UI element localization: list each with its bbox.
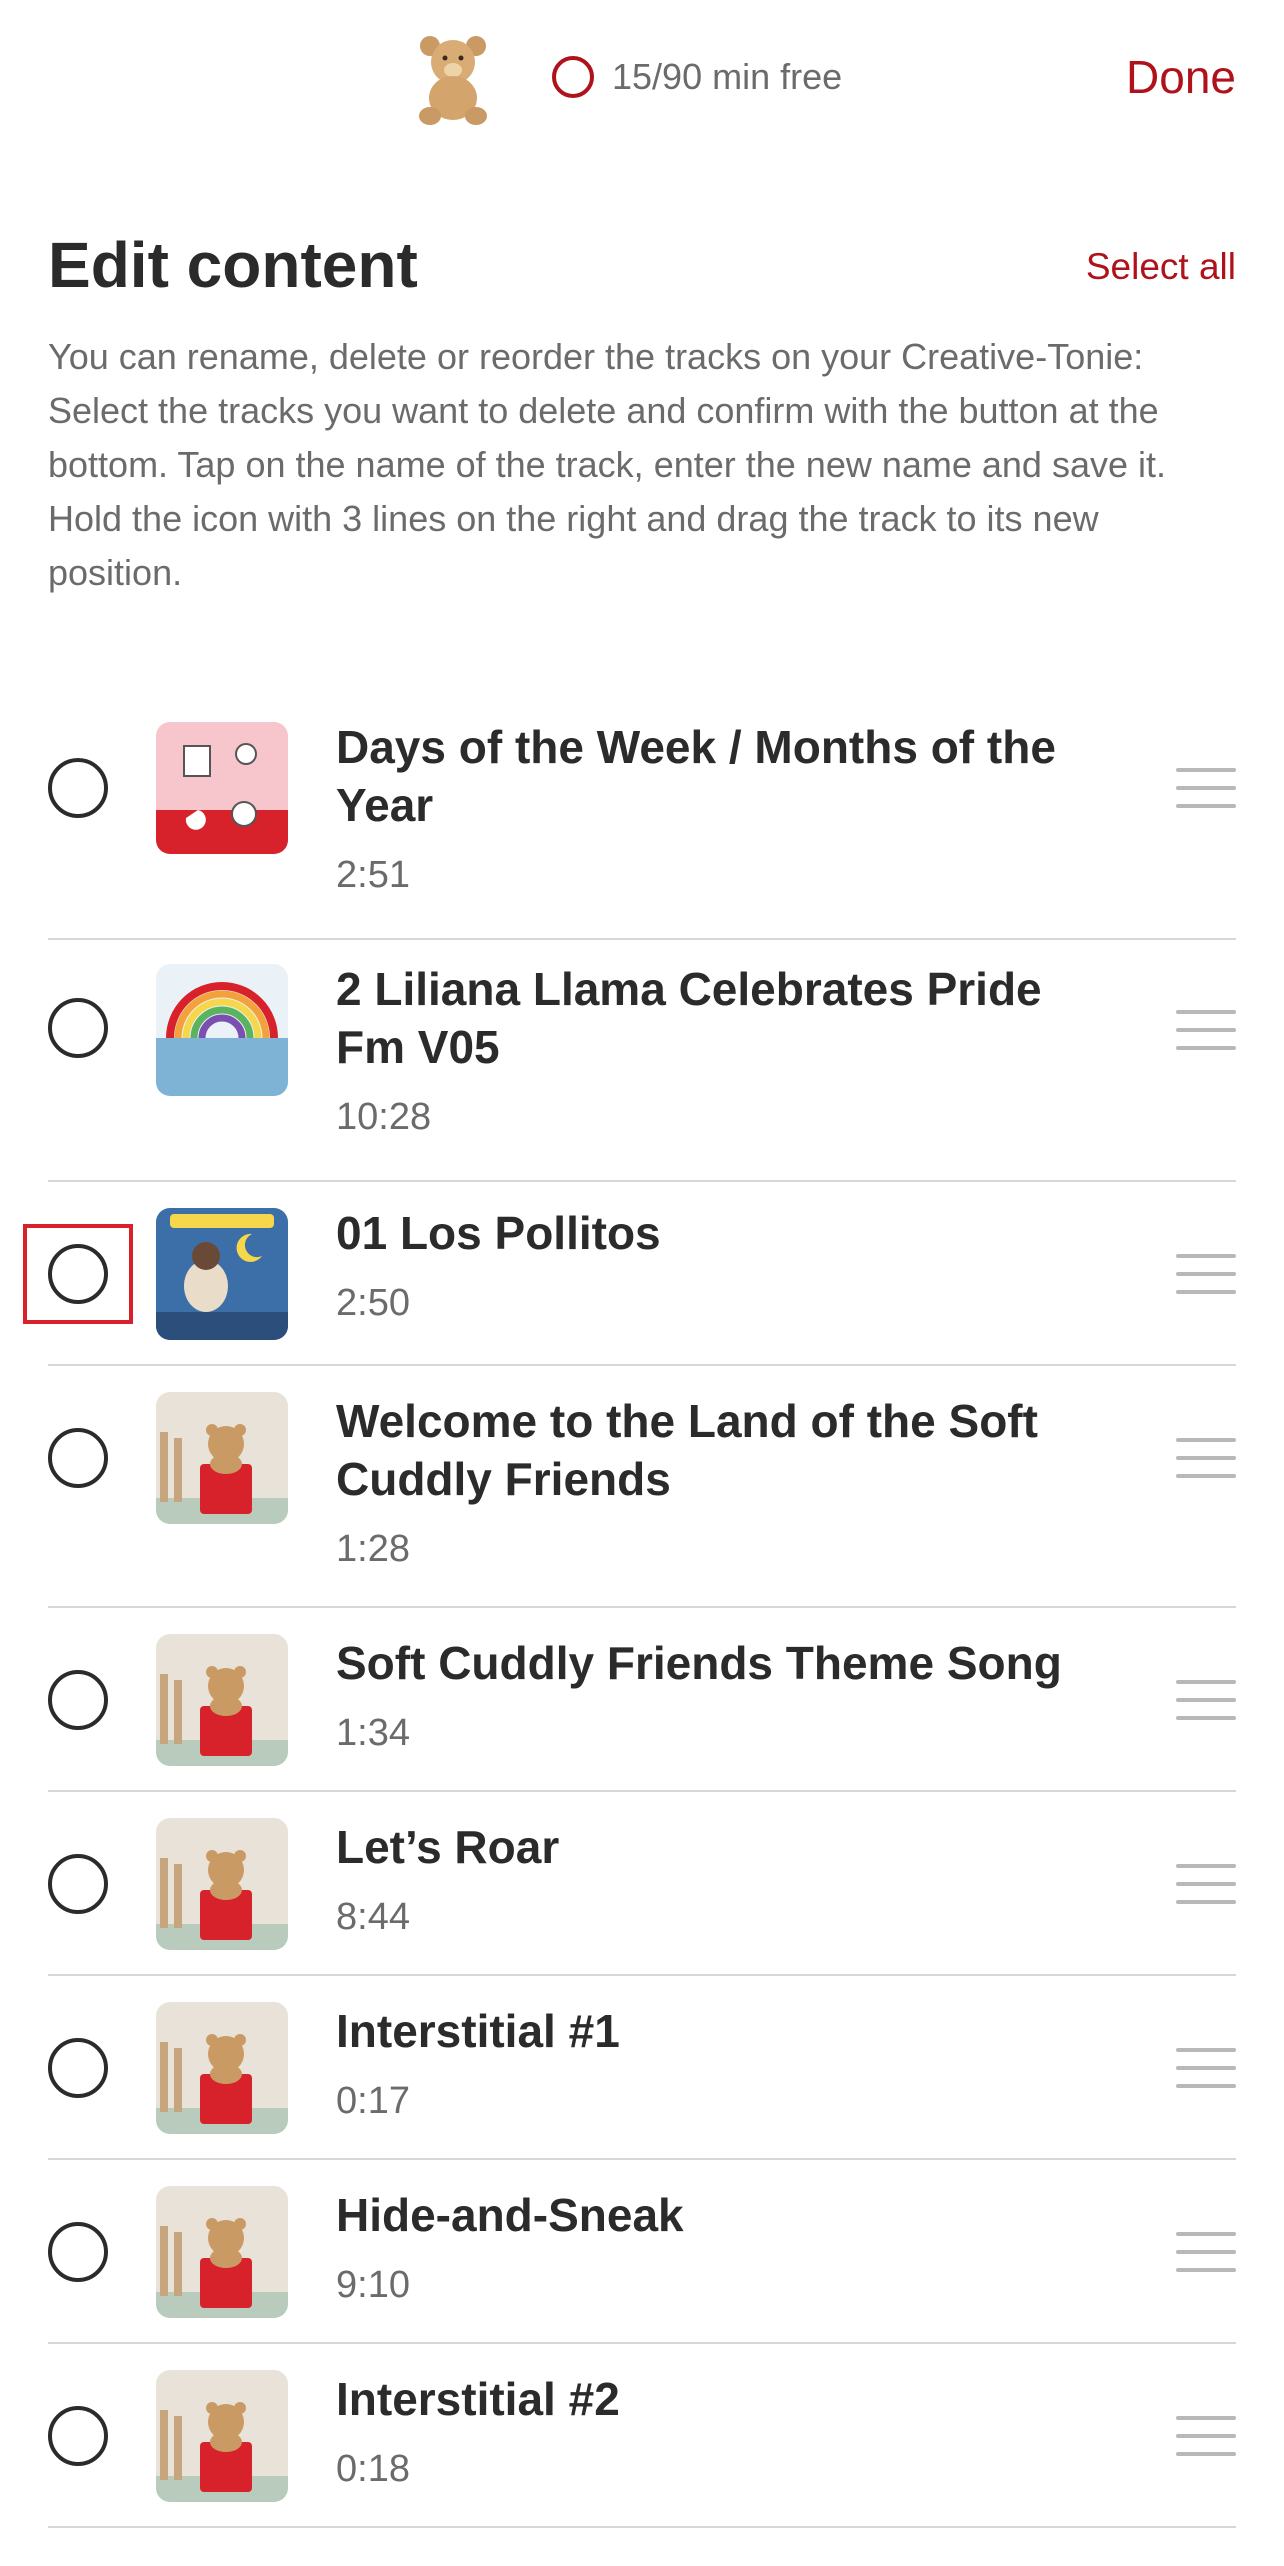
header-bar: 15/90 min free Done [0,0,1284,160]
page-title: Edit content [48,229,418,301]
track-row: Hide-and-Sneak 9:10 [48,2160,1236,2344]
track-thumbnail [156,2002,288,2134]
track-row: Let’s Roar 8:44 [48,1792,1236,1976]
track-thumbnail [156,964,288,1096]
track-checkbox[interactable] [48,998,108,1058]
track-thumbnail [156,1208,288,1340]
track-duration: 1:28 [336,1528,410,1570]
track-checkbox[interactable] [48,2038,108,2098]
track-checkbox[interactable] [48,1670,108,1730]
drag-handle-icon[interactable] [1176,2416,1236,2456]
drag-handle-icon[interactable] [1176,2048,1236,2088]
track-duration: 10:28 [336,1096,432,1138]
track-list: Days of the Week / Months of the Year 2:… [23,700,1236,2528]
track-title[interactable]: Let’s Roar [336,1818,1116,1876]
track-row: Soft Cuddly Friends Theme Song 1:34 [48,1608,1236,1792]
capacity-indicator: 15/90 min free [552,56,842,98]
track-duration: 2:51 [336,854,410,896]
track-duration: 0:17 [336,2080,410,2122]
track-title[interactable]: Hide-and-Sneak [336,2186,1116,2244]
track-title[interactable]: Interstitial #2 [336,2370,1116,2428]
track-row: Interstitial #1 0:17 [48,1976,1236,2160]
capacity-text: 15/90 min free [612,56,843,97]
track-row: Interstitial #2 0:18 [48,2344,1236,2528]
track-title[interactable]: 2 Liliana Llama Celebrates Pride Fm V05 [336,960,1116,1076]
track-row: 2 Liliana Llama Celebrates Pride Fm V05 … [48,940,1236,1182]
track-duration: 1:34 [336,1712,410,1754]
drag-handle-icon[interactable] [1176,1680,1236,1720]
track-checkbox[interactable] [48,2406,108,2466]
track-title[interactable]: Interstitial #1 [336,2002,1116,2060]
drag-handle-icon[interactable] [1176,2232,1236,2272]
track-duration: 0:18 [336,2448,410,2490]
track-thumbnail [156,1634,288,1766]
track-thumbnail [156,1818,288,1950]
teddy-bear-avatar [408,30,498,130]
track-title[interactable]: 01 Los Pollitos [336,1204,1116,1262]
instructions-text: You can rename, delete or reorder the tr… [48,336,1167,593]
track-duration: 9:10 [336,2264,410,2306]
track-title[interactable]: Days of the Week / Months of the Year [336,718,1116,834]
track-thumbnail [156,2186,288,2318]
drag-handle-icon[interactable] [1176,1254,1236,1294]
track-duration: 2:50 [336,1282,410,1324]
track-checkbox[interactable] [48,1244,108,1304]
track-checkbox[interactable] [48,2222,108,2282]
select-all-button[interactable]: Select all [1086,246,1236,288]
track-row: 01 Los Pollitos 2:50 [23,1182,1236,1366]
track-title[interactable]: Welcome to the Land of the Soft Cuddly F… [336,1392,1116,1508]
drag-handle-icon[interactable] [1176,1010,1236,1050]
track-row: Welcome to the Land of the Soft Cuddly F… [48,1366,1236,1608]
track-duration: 8:44 [336,1896,410,1938]
track-thumbnail [156,2370,288,2502]
drag-handle-icon[interactable] [1176,1438,1236,1478]
track-checkbox[interactable] [48,1428,108,1488]
track-thumbnail [156,1392,288,1524]
track-thumbnail [156,722,288,854]
drag-handle-icon[interactable] [1176,768,1236,808]
track-title[interactable]: Soft Cuddly Friends Theme Song [336,1634,1116,1692]
drag-handle-icon[interactable] [1176,1864,1236,1904]
track-row: Days of the Week / Months of the Year 2:… [48,700,1236,940]
track-checkbox[interactable] [48,1854,108,1914]
done-button[interactable]: Done [1126,50,1236,104]
track-checkbox[interactable] [48,758,108,818]
capacity-ring-icon [552,56,594,98]
